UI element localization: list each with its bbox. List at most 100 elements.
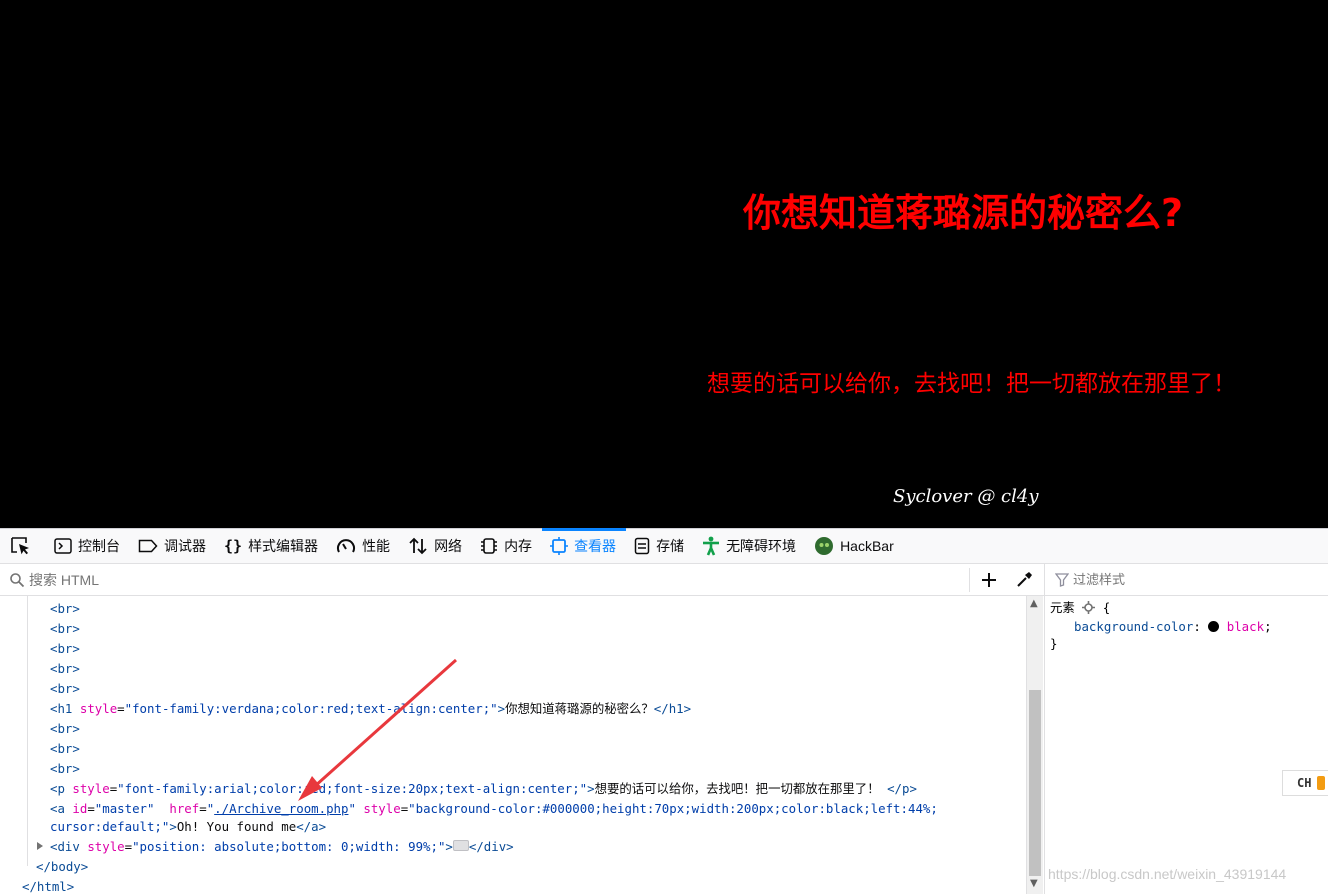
markup-node-br[interactable]: <br> <box>50 659 80 679</box>
scroll-down-icon[interactable]: ▼ <box>1030 878 1038 889</box>
html-search-bar <box>0 564 1044 596</box>
markup-view[interactable]: <br> <br> <br> <br> <br> <h1 style="font… <box>0 596 1026 894</box>
br-tag: <br> <box>50 761 80 776</box>
page-paragraph: 想要的话可以给你，去找吧！把一切都放在那里了！ <box>707 371 1236 397</box>
tab-console[interactable]: 控制台 <box>46 529 130 563</box>
devtools-toolbar: 控制台 调试器 {} 样式编辑器 性能 网络 内存 查看器 存储 无障碍环境 H… <box>0 528 1328 564</box>
badge-logo-icon <box>1317 776 1326 790</box>
tab-network[interactable]: 网络 <box>400 529 472 563</box>
tab-label: 调试器 <box>164 538 206 554</box>
color-swatch[interactable] <box>1208 621 1220 632</box>
tab-label: 无障碍环境 <box>726 538 797 554</box>
network-arrows-icon <box>409 537 427 555</box>
style-value: "font-family:arial;color:red;font-size:2… <box>117 781 588 796</box>
tab-label: HackBar <box>840 538 894 554</box>
memory-chip-icon <box>481 538 498 554</box>
tab-storage[interactable]: 存储 <box>626 529 694 563</box>
rule-declaration[interactable]: background-color: black; <box>1074 618 1272 636</box>
div-open-tag: <div <box>50 839 80 854</box>
markup-node-html-close[interactable]: </html> <box>22 877 74 894</box>
rule-close-brace: } <box>1050 636 1058 651</box>
element-rule-gear-icon[interactable] <box>1082 601 1096 614</box>
br-tag: <br> <box>50 621 80 636</box>
body-close-tag: </body> <box>36 859 89 874</box>
href-link[interactable]: ./Archive_room.php <box>214 801 348 816</box>
expand-twisty-icon[interactable] <box>36 841 44 851</box>
rule-value[interactable]: black <box>1227 619 1264 634</box>
page-signature: Syclover @ cl4y <box>893 486 1039 507</box>
collapsed-children-badge[interactable] <box>452 840 469 851</box>
tab-label: 控制台 <box>78 538 120 554</box>
tab-style-editor[interactable]: {} 样式编辑器 <box>216 529 328 563</box>
inspector-icon <box>550 537 569 555</box>
rules-panel: 元素 { background-color: black; } <box>1044 564 1328 894</box>
br-tag: <br> <box>50 741 80 756</box>
performance-gauge-icon <box>337 539 356 553</box>
tab-label: 内存 <box>504 538 533 554</box>
br-tag: <br> <box>50 641 80 656</box>
markup-node-br[interactable]: <br> <box>50 599 80 619</box>
hackbar-logo-icon <box>815 537 834 555</box>
h1-open-tag: <h1 <box>50 701 73 716</box>
filter-icon <box>1055 572 1069 587</box>
watermark: https://blog.csdn.net/weixin_43919144 <box>1048 866 1287 882</box>
a-close-tag: </a> <box>296 819 327 834</box>
p-text: 想要的话可以给你，去找吧！把一切都放在那里了！ <box>594 781 880 796</box>
element-picker-button[interactable] <box>0 529 46 563</box>
console-icon <box>54 538 72 554</box>
br-tag: <br> <box>50 721 80 736</box>
style-attr: style <box>79 701 118 716</box>
tab-label: 网络 <box>434 538 463 554</box>
storage-icon <box>634 537 650 555</box>
style-value-continued: cursor:default;" <box>50 819 170 834</box>
filter-styles-input[interactable] <box>1073 572 1273 587</box>
accessibility-icon <box>703 536 720 556</box>
html-search-input[interactable] <box>29 571 929 588</box>
rule-property[interactable]: background-color <box>1074 619 1193 634</box>
tab-inspector[interactable]: 查看器 <box>542 528 627 563</box>
markup-node-br[interactable]: <br> <box>50 739 80 759</box>
markup-node-br[interactable]: <br> <box>50 639 80 659</box>
p-open-tag: <p <box>50 781 65 796</box>
rules-filter-bar <box>1045 564 1328 596</box>
markup-node-p[interactable]: <p style="font-family:arial;color:red;fo… <box>50 779 917 799</box>
language-badge-text: CH <box>1297 776 1312 790</box>
br-tag: <br> <box>50 681 80 696</box>
a-text: Oh! You found me <box>176 819 297 834</box>
style-value: "background-color:#000000;height:70px;wi… <box>408 801 938 816</box>
markup-node-br[interactable]: <br> <box>50 719 80 739</box>
tab-memory[interactable]: 内存 <box>472 529 542 563</box>
markup-node-h1[interactable]: <h1 style="font-family:verdana;color:red… <box>50 699 691 719</box>
markup-node-br[interactable]: <br> <box>50 619 80 639</box>
eyedropper-icon[interactable] <box>1015 571 1033 589</box>
tab-label: 性能 <box>362 538 391 554</box>
style-attr: style <box>72 781 110 796</box>
braces-icon: {} <box>224 537 243 555</box>
tab-debugger[interactable]: 调试器 <box>130 529 216 563</box>
markup-node-br[interactable]: <br> <box>50 679 80 699</box>
markup-node-a[interactable]: <a id="master" href="./Archive_room.php"… <box>50 799 938 819</box>
tab-accessibility[interactable]: 无障碍环境 <box>694 529 806 563</box>
search-separator <box>969 568 970 592</box>
markup-node-a-continued[interactable]: cursor:default;">Oh! You found me</a> <box>50 817 326 837</box>
style-attr: style <box>87 839 125 854</box>
markup-scrollbar[interactable]: ▲ ▼ <box>1026 596 1043 894</box>
markup-node-div[interactable]: <div style="position: absolute;bottom: 0… <box>50 837 514 857</box>
tab-hackbar[interactable]: HackBar <box>806 529 904 563</box>
scrollbar-thumb[interactable] <box>1029 690 1041 876</box>
style-value: "position: absolute;bottom: 0;width: 99%… <box>132 839 446 854</box>
scroll-up-icon[interactable]: ▲ <box>1030 598 1038 609</box>
tab-performance[interactable]: 性能 <box>328 529 400 563</box>
h1-text: 你想知道蒋璐源的秘密么？ <box>505 701 654 716</box>
add-node-icon[interactable] <box>980 571 998 589</box>
debugger-icon <box>138 539 158 553</box>
div-close-tag: </div> <box>468 839 514 854</box>
tab-label: 样式编辑器 <box>248 538 319 554</box>
markup-node-br[interactable]: <br> <box>50 759 80 779</box>
indent-guide <box>27 596 28 866</box>
html-close-tag: </html> <box>22 879 75 894</box>
markup-node-body-close[interactable]: </body> <box>36 857 88 877</box>
a-open-tag: <a <box>50 801 65 816</box>
rule-open-brace: { <box>1102 600 1111 615</box>
language-badge[interactable]: CH <box>1282 770 1328 796</box>
